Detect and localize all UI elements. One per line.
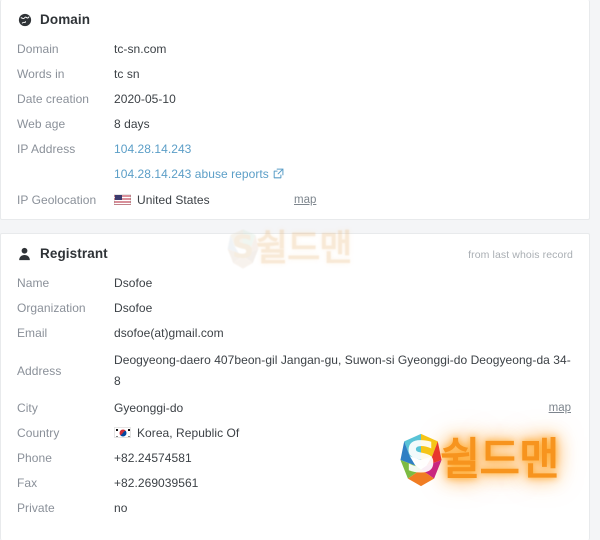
row-label: Organization <box>17 301 86 315</box>
row-value-private: no <box>114 501 128 515</box>
row-label: Email <box>17 326 48 340</box>
row-value-email: dsofoe(at)gmail.com <box>114 326 224 340</box>
registrant-card-header: Registrant from last whois record <box>1 234 589 265</box>
whois-record-note: from last whois record <box>468 249 573 261</box>
map-link-city[interactable]: map <box>549 396 571 421</box>
row-label: Fax <box>17 476 38 490</box>
table-row: Domain tc-sn.com <box>1 37 589 62</box>
row-label: Address <box>17 364 62 378</box>
table-row: Date creation 2020-05-10 <box>1 87 589 112</box>
row-label: Name <box>17 276 50 290</box>
table-row: IP Address 104.28.14.243 104.28.14.243 a… <box>1 137 589 186</box>
domain-rows: Domain tc-sn.com Words in tc sn Date cre… <box>1 31 589 213</box>
table-row: Name Dsofoe <box>1 271 589 296</box>
row-value-geolocation: United States <box>114 188 573 213</box>
row-value-fax: +82.269039561 <box>114 476 199 490</box>
registrant-rows: Name Dsofoe Organization Dsofoe Email ds… <box>1 265 589 521</box>
row-label: Words in <box>17 67 65 81</box>
ip-abuse-reports-link[interactable]: 104.28.14.243 abuse reports <box>114 162 573 186</box>
row-label: Date creation <box>17 92 90 106</box>
row-label: Phone <box>17 451 52 465</box>
whois-result-page: Domain Domain tc-sn.com Words in tc sn D… <box>0 0 600 540</box>
table-row: Fax +82.269039561 <box>1 471 589 496</box>
table-row: City Gyeonggi-do map <box>1 396 589 421</box>
row-value-words-in: tc sn <box>114 67 140 81</box>
table-row: Private no <box>1 496 589 521</box>
table-row: Web age 8 days <box>1 112 589 137</box>
registrant-card: Registrant from last whois record Name D… <box>0 233 590 540</box>
domain-card-header: Domain <box>1 0 589 31</box>
row-value-city: Gyeonggi-do <box>114 401 184 415</box>
row-value-date-creation: 2020-05-10 <box>114 92 176 106</box>
row-value-phone: +82.24574581 <box>114 451 192 465</box>
map-link-geolocation[interactable]: map <box>294 188 316 213</box>
globe-icon <box>17 12 32 27</box>
row-label: Web age <box>17 117 66 131</box>
geolocation-country-label: United States <box>137 193 210 207</box>
table-row: Address Deogyeong-daero 407beon-gil Jang… <box>1 346 589 396</box>
row-value-domain: tc-sn.com <box>114 42 167 56</box>
row-label: City <box>17 401 38 415</box>
row-label: IP Geolocation <box>17 193 97 207</box>
row-value-country: Korea, Republic Of <box>114 421 573 446</box>
row-value-organization: Dsofoe <box>114 301 153 315</box>
row-label: Country <box>17 426 60 440</box>
table-row: IP Geolocation United States map <box>1 188 589 213</box>
table-row: Email dsofoe(at)gmail.com <box>1 321 589 346</box>
table-row: Country Korea, Republic Of <box>1 421 589 446</box>
us-flag-icon <box>114 194 131 205</box>
external-link-icon <box>273 163 284 179</box>
row-label: Domain <box>17 42 59 56</box>
user-icon <box>17 246 32 261</box>
kr-flag-icon <box>114 427 131 438</box>
row-label: Private <box>17 501 55 515</box>
table-row: Phone +82.24574581 <box>1 446 589 471</box>
table-row: Organization Dsofoe <box>1 296 589 321</box>
row-value-name: Dsofoe <box>114 276 153 290</box>
registrant-card-title: Registrant <box>40 246 108 261</box>
table-row: Words in tc sn <box>1 62 589 87</box>
ip-abuse-reports-label: 104.28.14.243 abuse reports <box>114 167 269 181</box>
country-label: Korea, Republic Of <box>137 426 240 440</box>
domain-card: Domain Domain tc-sn.com Words in tc sn D… <box>0 0 590 220</box>
row-value-web-age: 8 days <box>114 117 150 131</box>
row-label: IP Address <box>17 142 76 156</box>
domain-card-title: Domain <box>40 12 91 27</box>
row-value-address: Deogyeong-daero 407beon-gil Jangan-gu, S… <box>114 353 571 388</box>
ip-address-link[interactable]: 104.28.14.243 <box>114 137 573 162</box>
